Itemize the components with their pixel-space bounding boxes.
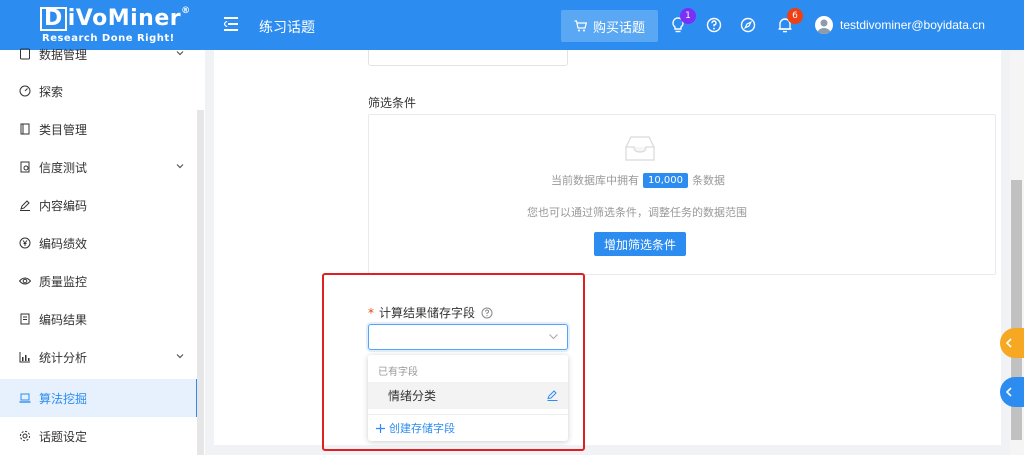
chevron-down-icon bbox=[176, 354, 184, 359]
sidebar-item-topic-settings[interactable]: 话题设定 bbox=[0, 417, 198, 455]
store-field-label: * 计算结果储存字段 bbox=[368, 304, 493, 321]
floating-tab-orange[interactable] bbox=[1000, 328, 1024, 358]
previous-field-box[interactable] bbox=[368, 50, 568, 66]
plus-icon bbox=[376, 423, 385, 433]
sidebar-item-reliability-test[interactable]: 信度测试 bbox=[0, 148, 198, 186]
sidebar-item-label: 统计分析 bbox=[39, 350, 88, 365]
user-email[interactable]: testdivominer@boyidata.cn bbox=[840, 18, 985, 32]
dropdown-option-emotion[interactable]: 情绪分类 bbox=[368, 382, 568, 409]
yen-icon bbox=[19, 237, 31, 249]
add-filter-button[interactable]: 增加筛选条件 bbox=[594, 232, 686, 256]
required-mark: * bbox=[368, 305, 374, 320]
sidebar-item-label: 探索 bbox=[39, 84, 64, 99]
gauge-icon bbox=[19, 85, 31, 97]
sidebar-item-algorithm-mining[interactable]: 算法挖掘 bbox=[0, 379, 198, 417]
dropdown-group-label: 已有字段 bbox=[378, 367, 418, 378]
store-field-label-text: 计算结果储存字段 bbox=[379, 306, 476, 320]
gear-icon bbox=[19, 430, 31, 442]
sidebar-item-label: 编码绩效 bbox=[39, 236, 88, 251]
sidebar-item-quality-monitor[interactable]: 质量监控 bbox=[0, 262, 198, 300]
help-icon[interactable] bbox=[705, 16, 723, 34]
sidebar-item-label: 质量监控 bbox=[39, 274, 88, 289]
sidebar-item-category-management[interactable]: 类目管理 bbox=[0, 110, 198, 148]
logo-wordmark: DiVoMiner® bbox=[40, 6, 191, 31]
chevron-down-icon bbox=[176, 164, 184, 169]
filter-label: 筛选条件 bbox=[368, 96, 417, 110]
store-field-dropdown: 已有字段 情绪分类 创建存储字段 bbox=[368, 355, 568, 441]
logo-text: iVoMiner bbox=[67, 6, 182, 31]
database-count-line: 当前数据库中拥有 10,000 条数据 bbox=[551, 172, 725, 188]
notification-badge: 6 bbox=[787, 8, 803, 24]
bar-chart-icon bbox=[19, 351, 31, 363]
empty-inbox-icon bbox=[625, 136, 655, 161]
avatar[interactable] bbox=[815, 16, 833, 34]
tips-badge: 1 bbox=[680, 8, 696, 24]
sidebar-scrollbar[interactable] bbox=[197, 110, 204, 455]
create-field-label: 创建存储字段 bbox=[389, 422, 455, 435]
sidebar-item-label: 信度测试 bbox=[39, 160, 88, 175]
sidebar-item-label: 类目管理 bbox=[39, 122, 88, 137]
eye-icon bbox=[19, 275, 31, 287]
dropdown-divider bbox=[368, 414, 568, 415]
logo-d: D bbox=[40, 7, 67, 31]
sidebar-item-label: 算法挖掘 bbox=[39, 391, 88, 406]
sidebar-item-statistics[interactable]: 统计分析 bbox=[0, 338, 198, 376]
sidebar-item-coding-results[interactable]: 编码结果 bbox=[0, 300, 198, 338]
sidebar-item-explore[interactable]: 探索 bbox=[0, 72, 198, 110]
dropdown-option-label: 情绪分类 bbox=[388, 389, 437, 403]
create-field-button[interactable]: 创建存储字段 bbox=[376, 420, 455, 436]
chevron-down-icon bbox=[176, 51, 184, 56]
store-field-select[interactable] bbox=[368, 324, 568, 350]
pencil-icon bbox=[19, 199, 31, 211]
file-icon bbox=[19, 123, 31, 135]
db-count-prefix: 当前数据库中拥有 bbox=[551, 174, 639, 187]
sidebar-item-label: 话题设定 bbox=[39, 429, 88, 444]
buy-topic-label: 购买话题 bbox=[592, 20, 645, 36]
edit-icon[interactable] bbox=[547, 390, 558, 401]
sidebar-item-label: 编码结果 bbox=[39, 312, 88, 327]
sidebar: 数据管理 探索 类目管理 信度测试 内容编码 编码绩效 质量监控 编码结果 统计… bbox=[0, 48, 205, 455]
doc-icon bbox=[19, 313, 31, 325]
test-icon bbox=[19, 161, 31, 173]
cart-icon bbox=[574, 20, 587, 32]
chevron-left-icon bbox=[1005, 387, 1012, 397]
sidebar-item-coding-performance[interactable]: 编码绩效 bbox=[0, 224, 198, 262]
logo-reg: ® bbox=[181, 6, 191, 16]
filter-hint: 您也可以通过筛选条件，调整任务的数据范围 bbox=[527, 206, 747, 219]
floating-tab-blue[interactable] bbox=[1000, 377, 1024, 407]
db-count-suffix: 条数据 bbox=[692, 174, 725, 187]
page-title: 练习话题 bbox=[259, 20, 315, 36]
laptop-icon bbox=[19, 392, 31, 404]
chevron-down-icon bbox=[549, 334, 558, 340]
sidebar-item-content-coding[interactable]: 内容编码 bbox=[0, 186, 198, 224]
database-icon bbox=[19, 48, 31, 60]
menu-toggle-icon[interactable] bbox=[224, 15, 242, 33]
chevron-left-icon bbox=[1005, 338, 1012, 348]
sidebar-item-label: 内容编码 bbox=[39, 198, 88, 213]
compass-icon[interactable] bbox=[739, 16, 757, 34]
help-circle-icon[interactable] bbox=[481, 307, 493, 319]
sidebar-item-data-management[interactable]: 数据管理 bbox=[0, 35, 198, 73]
db-count-badge: 10,000 bbox=[643, 172, 688, 188]
buy-topic-button[interactable]: 购买话题 bbox=[561, 10, 658, 42]
sidebar-item-label: 数据管理 bbox=[39, 47, 88, 62]
